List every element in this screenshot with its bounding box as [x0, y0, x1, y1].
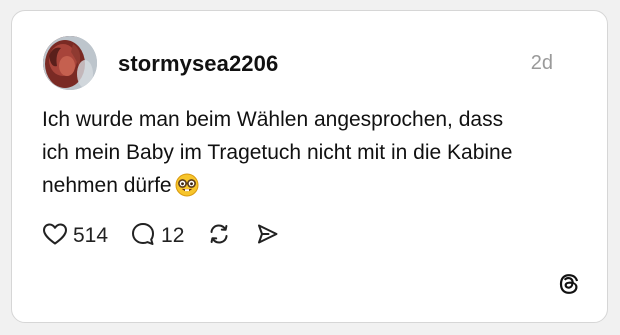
- timestamp: 2d: [530, 52, 553, 74]
- speech-bubble-icon: [130, 221, 156, 252]
- like-count: 514: [73, 224, 109, 247]
- reply-button[interactable]: 12: [130, 221, 184, 252]
- action-bar: 514 12: [42, 221, 280, 251]
- share-button[interactable]: [254, 221, 280, 252]
- username[interactable]: stormysea2206: [118, 51, 278, 77]
- threads-logo: [555, 270, 583, 298]
- reply-count: 12: [161, 224, 185, 247]
- post-text-line: nehmen dürfe: [42, 169, 572, 207]
- repost-button[interactable]: [206, 221, 232, 252]
- like-button[interactable]: 514: [42, 222, 108, 251]
- post-text-line: Ich wurde man beim Wählen angesprochen, …: [42, 108, 504, 131]
- post-text-line: ich mein Baby im Tragetuch nicht mit in …: [42, 141, 513, 164]
- post-card[interactable]: stormysea2206 2d Ich wurde man beim Wähl…: [11, 10, 608, 323]
- send-icon: [254, 221, 280, 252]
- heart-icon: [42, 222, 68, 251]
- post-text-line-text: nehmen dürfe: [42, 174, 172, 197]
- repost-icon: [206, 221, 232, 252]
- avatar[interactable]: [43, 36, 97, 90]
- nerd-face-emoji: [175, 173, 199, 207]
- post-text: Ich wurde man beim Wählen angesprochen, …: [42, 103, 572, 207]
